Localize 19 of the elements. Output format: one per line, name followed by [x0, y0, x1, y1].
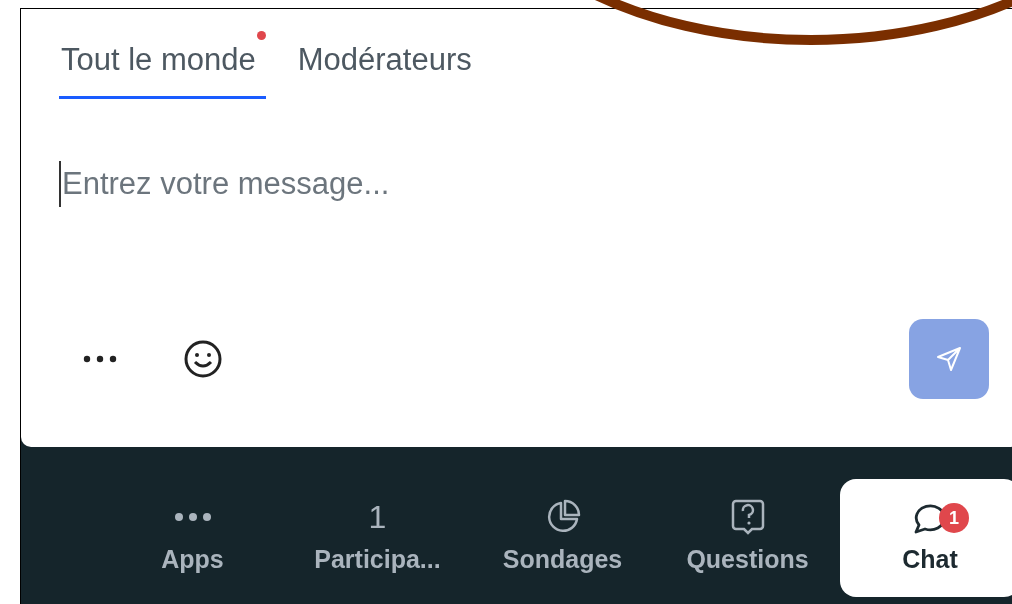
- tab[interactable]: Modérateurs: [295, 29, 482, 99]
- nav-label: Questions: [686, 544, 809, 576]
- nav-tab[interactable]: Sondages: [470, 479, 655, 597]
- question-icon: [729, 498, 766, 537]
- nav-tab[interactable]: Apps: [100, 479, 285, 597]
- nav-label: Apps: [161, 544, 224, 576]
- dots-icon: [172, 512, 213, 523]
- nav-tab[interactable]: 1 Chat: [840, 479, 1012, 597]
- nav-tab[interactable]: Questions: [655, 479, 840, 597]
- unread-badge: 1: [939, 503, 969, 534]
- participant-count: 1: [368, 498, 387, 538]
- emoji-icon[interactable]: [183, 339, 223, 379]
- nav-label: Sondages: [502, 544, 623, 576]
- nav-label: Participa...: [314, 544, 441, 576]
- nav-label: Chat: [902, 544, 958, 576]
- send-icon: [936, 346, 962, 372]
- nav-tab[interactable]: 1 Participa...: [285, 479, 470, 597]
- more-icon[interactable]: [83, 355, 117, 363]
- tab[interactable]: Tout le monde: [59, 29, 266, 99]
